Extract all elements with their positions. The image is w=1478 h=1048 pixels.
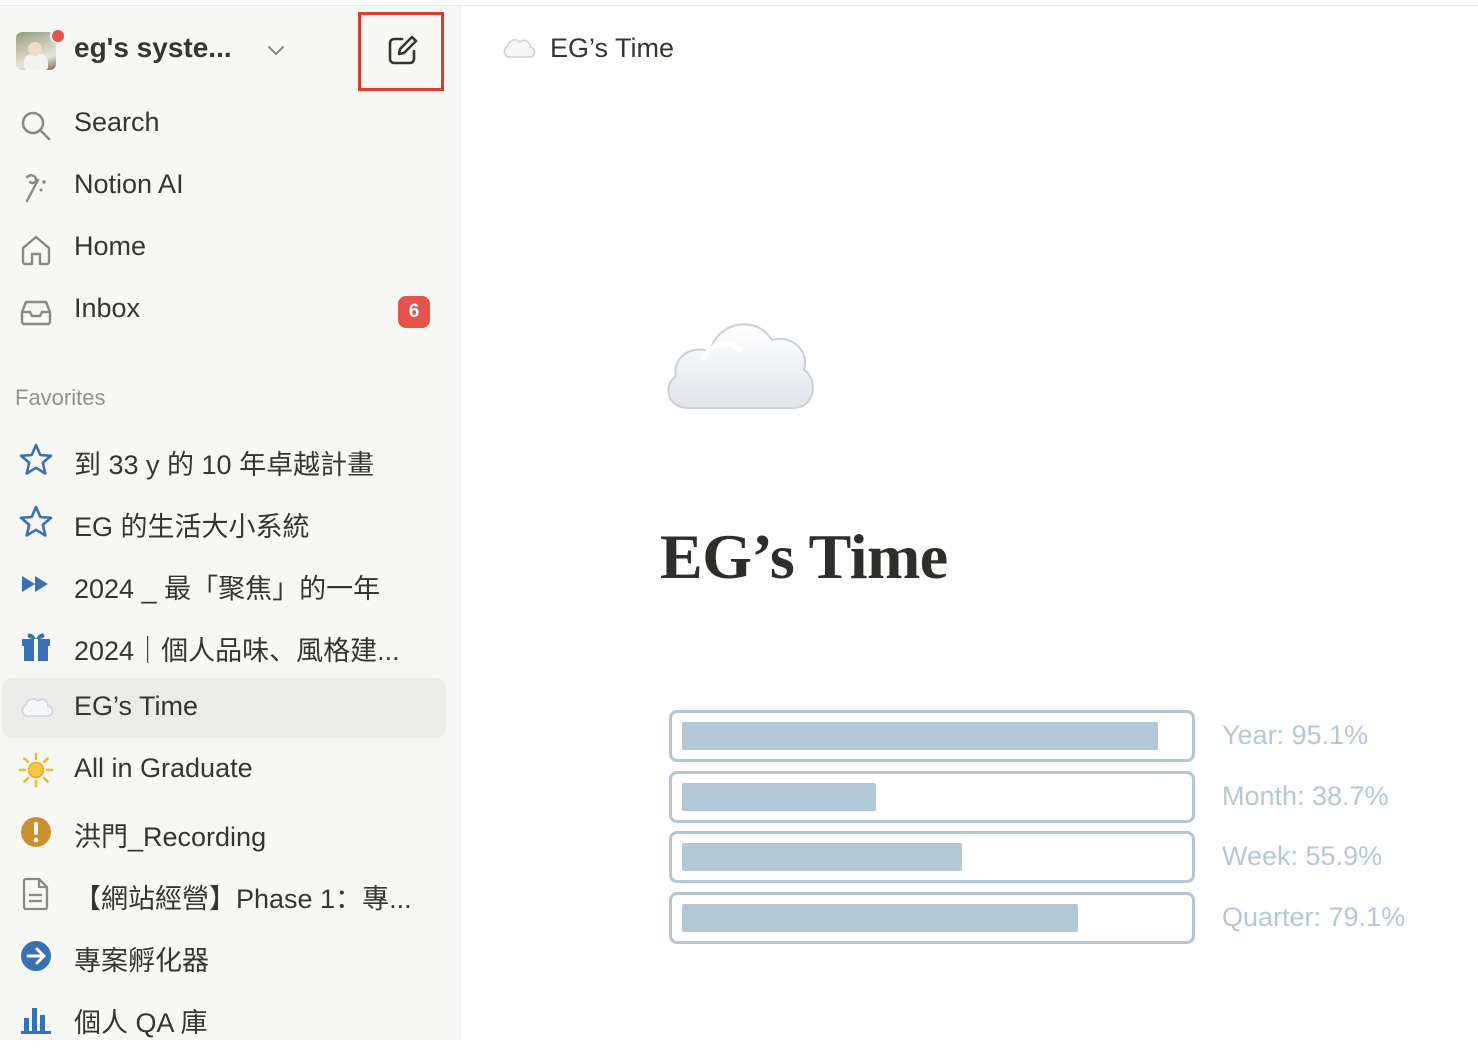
sidebar-item-label: Search xyxy=(74,107,160,137)
compose-icon xyxy=(388,35,418,65)
progress-label: Month: 38.7% xyxy=(1222,781,1389,811)
page-cloud-icon[interactable] xyxy=(660,300,820,418)
sidebar-item-favorite[interactable]: All in Graduate xyxy=(0,740,461,800)
progress-row-week: Week: 55.9% xyxy=(669,831,1449,885)
sidebar-item-label: 2024 _ 最「聚焦」的一年 xyxy=(74,574,381,604)
exclamation-circle-icon xyxy=(21,817,51,847)
sidebar-item-favorite[interactable]: 洪門_Recording xyxy=(0,802,461,862)
sidebar-item-inbox[interactable]: Inbox 6 xyxy=(0,282,461,338)
sidebar-item-favorite[interactable]: 專案孵化器 xyxy=(0,926,461,986)
star-outline-icon xyxy=(19,443,53,475)
sun-icon xyxy=(18,752,54,788)
progress-bar-fill xyxy=(682,904,1078,932)
progress-row-year: Year: 95.1% xyxy=(669,710,1449,764)
top-rule xyxy=(0,0,1478,6)
progress-label: Week: 55.9% xyxy=(1222,841,1383,871)
sidebar-item-label: EG’s Time xyxy=(74,691,199,721)
main-content: EG’s Time EG’s Time Year: 95.1% Month: 3… xyxy=(462,0,1478,1040)
sidebar-item-label: EG 的生活大小系統 xyxy=(74,512,310,542)
breadcrumb-page-title[interactable]: EG’s Time xyxy=(550,33,674,64)
sidebar-item-search[interactable]: Search xyxy=(0,96,461,152)
document-icon xyxy=(22,877,49,911)
progress-label: Year: 95.1% xyxy=(1222,720,1369,750)
progress-bar-fill xyxy=(682,722,1158,750)
progress-bar-track xyxy=(669,710,1195,762)
page-title[interactable]: EG’s Time xyxy=(660,520,948,594)
sidebar-item-label: Home xyxy=(74,231,147,261)
progress-bar-fill xyxy=(682,783,876,811)
progress-bar-track xyxy=(669,831,1195,883)
search-icon xyxy=(21,111,51,141)
sidebar-item-favorite[interactable]: 2024｜個人品味、風格建... xyxy=(0,616,461,676)
sidebar-item-label: Notion AI xyxy=(74,169,184,199)
progress-label: Quarter: 79.1% xyxy=(1222,902,1406,932)
sidebar-item-favorite[interactable]: 個人 QA 庫 xyxy=(0,988,461,1048)
progress-bar-fill xyxy=(682,843,962,871)
notification-dot xyxy=(50,28,66,44)
gift-icon xyxy=(22,633,50,661)
inbox-count-badge: 6 xyxy=(398,296,430,328)
active-item-background xyxy=(2,678,446,738)
sidebar-item-label: Inbox xyxy=(74,293,141,323)
chevron-down-icon[interactable] xyxy=(264,38,288,62)
inbox-icon xyxy=(20,300,52,326)
sidebar-item-label: 個人 QA 庫 xyxy=(74,1008,208,1038)
cloud-icon xyxy=(503,39,536,58)
progress-bar-track xyxy=(669,771,1195,823)
arrow-right-circle-icon xyxy=(21,941,51,971)
sidebar-item-label: 專案孵化器 xyxy=(74,946,209,976)
workspace-name[interactable]: eg's syste... xyxy=(74,32,232,64)
sidebar-item-label: 洪門_Recording xyxy=(74,822,267,852)
progress-bar-track xyxy=(669,892,1195,944)
sidebar-item-home[interactable]: Home xyxy=(0,220,461,276)
new-page-button[interactable] xyxy=(358,12,444,91)
sidebar-item-favorite[interactable]: 【網站經營】Phase 1：專... xyxy=(0,864,461,924)
sidebar-item-label: 2024｜個人品味、風格建... xyxy=(74,636,400,666)
progress-row-month: Month: 38.7% xyxy=(669,771,1449,825)
sidebar-item-notion-ai[interactable]: Notion AI xyxy=(0,158,461,214)
cloud-icon xyxy=(21,698,54,717)
bar-chart-icon xyxy=(21,1008,51,1034)
sidebar-item-favorite[interactable]: 2024 _ 最「聚焦」的一年 xyxy=(0,554,461,614)
favorites-section-label[interactable]: Favorites xyxy=(15,385,105,411)
progress-row-quarter: Quarter: 79.1% xyxy=(669,892,1449,946)
fast-forward-icon xyxy=(22,576,48,592)
sidebar-item-favorite[interactable]: EG 的生活大小系統 xyxy=(0,492,461,552)
notion-ai-icon xyxy=(25,174,46,203)
home-icon xyxy=(21,235,51,266)
sidebar-item-label: 【網站經營】Phase 1：專... xyxy=(74,884,412,914)
sidebar-item-favorite[interactable]: 到 33 y 的 10 年卓越計畫 xyxy=(0,430,461,490)
sidebar-item-label: All in Graduate xyxy=(74,753,253,783)
star-outline-icon xyxy=(19,505,53,537)
sidebar: eg's syste... Search Notion AI Home Inbo… xyxy=(0,0,461,1040)
sidebar-item-favorite-active[interactable]: EG’s Time xyxy=(0,678,461,738)
sidebar-item-label: 到 33 y 的 10 年卓越計畫 xyxy=(74,450,375,480)
